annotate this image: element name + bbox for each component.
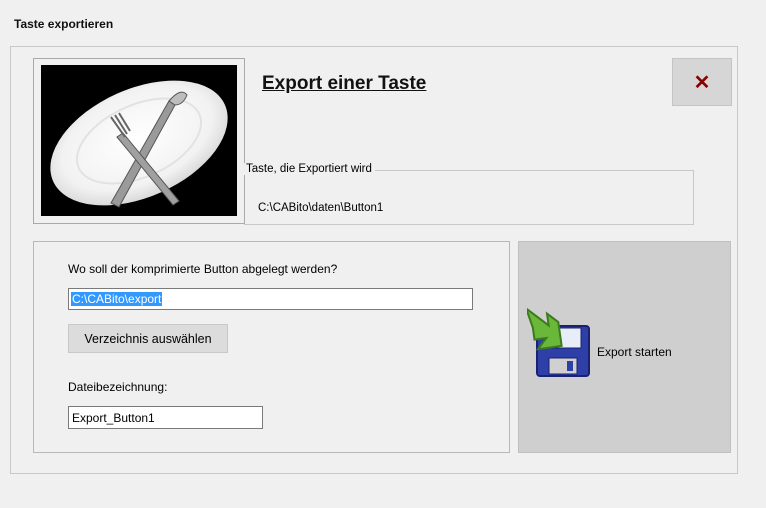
- image-frame: [33, 58, 245, 224]
- close-x-icon: ✕: [693, 71, 711, 94]
- plate-cutlery-icon: [50, 80, 228, 208]
- target-question-label: Wo soll der komprimierte Button abgelegt…: [68, 262, 338, 276]
- choose-directory-button[interactable]: Verzeichnis auswählen: [68, 324, 228, 353]
- filename-input[interactable]: Export_Button1: [68, 406, 263, 429]
- source-path: C:\CABito\daten\Button1: [258, 202, 384, 214]
- page-title: Export einer Taste: [262, 73, 427, 94]
- target-path-input[interactable]: C:\CABito\export: [68, 288, 473, 310]
- title-bar: Taste exportieren: [0, 0, 766, 40]
- close-button[interactable]: ✕: [672, 58, 732, 106]
- group-legend: Taste, die Exportiert wird: [244, 163, 375, 175]
- window-title: Taste exportieren: [14, 17, 114, 31]
- export-start-button[interactable]: Export starten: [518, 241, 731, 453]
- plate-cutlery-picture: [41, 65, 237, 216]
- save-export-icon: [524, 304, 595, 380]
- exported-file-group: Taste, die Exportiert wird C:\CABito\dat…: [244, 163, 694, 225]
- export-start-label: Export starten: [597, 345, 672, 359]
- selected-path-text: C:\CABito\export: [71, 292, 163, 306]
- filename-label: Dateibezeichnung:: [68, 380, 168, 394]
